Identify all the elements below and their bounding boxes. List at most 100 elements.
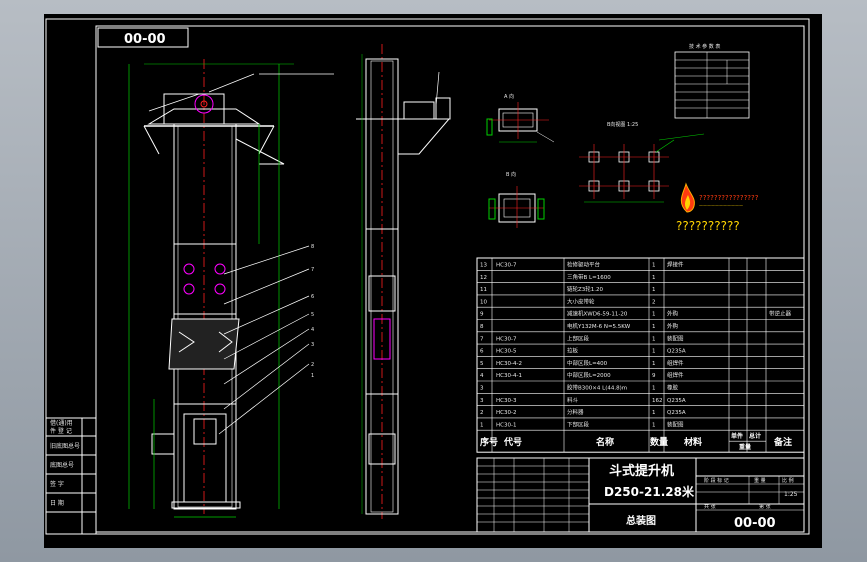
bom-cell-qty: 2	[652, 299, 656, 305]
bom-cell-name: 料斗	[567, 396, 579, 404]
bom-cell-note: 带逆止器	[769, 310, 792, 318]
bom-cell-qty: 1	[652, 324, 656, 330]
bom-cell-mat: 组焊件	[667, 359, 684, 367]
logo-sub: ????????????????	[699, 194, 759, 202]
bom-cell-qty: 1	[652, 287, 656, 293]
bom-header-mat: 材料	[683, 436, 702, 448]
stage-label: 阶 段 标 记	[704, 477, 729, 484]
bom-cell-code: HC30-7	[496, 263, 517, 269]
sheet-index: 第 张	[759, 503, 771, 510]
bom-cell-mat: 外购	[667, 322, 679, 330]
bom-cell-mat: Q235A	[667, 349, 686, 355]
bom-cell-qty: 1	[652, 410, 656, 416]
bom-cell-no: 9	[480, 312, 484, 318]
bom-cell-no: 12	[480, 275, 487, 281]
bom-cell-code: HC30-1	[496, 422, 516, 428]
lt-4: 签 字	[50, 480, 64, 488]
detail-view-b: B 向	[488, 171, 545, 228]
view-b-title: B 向	[506, 171, 516, 178]
callout-4: 4	[311, 327, 314, 333]
bom-header-unit_weight: 单件	[731, 432, 743, 440]
bom-cell-qty: 162	[652, 398, 663, 404]
bom-header-note: 备注	[773, 436, 792, 448]
bom-header-weight: 重量	[739, 443, 751, 451]
bom-cell-name: 电机Y132M-6 N=5.5KW	[567, 322, 631, 330]
bom-cell-qty: 1	[652, 422, 656, 428]
bom-cell-code: HC30-4-1	[496, 373, 522, 379]
cad-drawing: 00-00 借(通)用 件 登 记 旧底图总号 底图总号 签 字 日 期 8 7…	[45, 18, 810, 535]
bom-cell-code: HC30-7	[496, 336, 517, 342]
callout-2: 2	[311, 362, 314, 368]
bom-header-qty: 数量	[650, 436, 668, 448]
bom-cell-mat: Q235A	[667, 398, 686, 404]
logo-text: ??????????	[676, 219, 740, 233]
bom-cell-qty: 1	[652, 386, 656, 392]
bom-cell-no: 13	[480, 263, 487, 269]
machine-model: D250-21.28米	[604, 484, 695, 499]
title-block: 斗式提升机 D250-21.28米 总装图 00-00 阶 段 标 记 重 量 …	[476, 457, 805, 533]
bom-cell-no: 3	[480, 386, 484, 392]
bom-cell-code: HC30-3	[496, 398, 517, 404]
bom-cell-name: 下部区段	[567, 420, 590, 428]
bom-cell-qty: 1	[652, 263, 656, 269]
bom-cell-qty: 1	[652, 361, 656, 367]
bom-cell-mat: 橡胶	[667, 384, 679, 392]
bom-cell-no: 11	[480, 287, 487, 293]
bom-cell-qty: 9	[652, 373, 656, 379]
callout-5: 5	[311, 312, 314, 318]
bom-cell-no: 2	[480, 410, 484, 416]
company-logo: ???????????????? ——————————— ??????????	[676, 182, 759, 233]
bom-cell-name: 胶带B300×4 L(44.8)m	[567, 384, 627, 392]
callout-3: 3	[311, 342, 314, 348]
callout-6: 6	[311, 294, 314, 300]
bom-cell-mat: 焊接件	[667, 261, 684, 269]
bom-cell-no: 5	[480, 361, 484, 367]
lt-3: 底图总号	[50, 461, 74, 469]
outer-border	[45, 18, 810, 535]
lt-1: 件 登 记	[50, 427, 72, 435]
drawing-code-bottom: 00-00	[734, 516, 776, 531]
callout-8: 8	[311, 244, 314, 250]
bom-cell-mat: 装配图	[667, 334, 684, 342]
bom-cell-qty: 1	[652, 349, 656, 355]
bom-cell-code: HC30-5	[496, 349, 517, 355]
drawing-canvas[interactable]: 00-00 借(通)用 件 登 记 旧底图总号 底图总号 签 字 日 期 8 7…	[44, 14, 822, 548]
sheet-name: 总装图	[626, 514, 656, 527]
bom-cell-code: HC30-2	[496, 410, 516, 416]
left-titleblock: 借(通)用 件 登 记 旧底图总号 底图总号 签 字 日 期	[45, 417, 97, 535]
bom-cell-name: 大小皮带轮	[567, 297, 595, 305]
bom-cell-qty: 1	[652, 336, 656, 342]
bom-table: 13 HC30-7 检修驱动平台 1 焊接件12 三角带B L=1600 111 链轮Z3轮1…	[476, 257, 805, 453]
bom-cell-mat: Q235A	[667, 410, 686, 416]
sheet-total: 共 张	[704, 503, 716, 510]
bom-cell-name: 检修驱动平台	[567, 261, 601, 269]
weight-label: 重 量	[754, 477, 766, 484]
bom-cell-no: 7	[480, 336, 484, 342]
bom-cell-no: 10	[480, 299, 487, 305]
bom-cell-mat: 组焊件	[667, 371, 684, 379]
bom-cell-name: 分料器	[567, 408, 584, 416]
bom-cell-mat: 装配图	[667, 420, 684, 428]
bom-cell-name: 中部区段L=400	[567, 359, 608, 367]
lt-2: 旧底图总号	[50, 442, 80, 450]
ratio-label: 比 例	[782, 477, 794, 484]
bom-cell-name: 中部区段L=2000	[567, 371, 611, 379]
view-a-title: A 向	[504, 93, 514, 100]
detail-view-a: A 向	[486, 93, 555, 143]
bom-header-total_weight: 总计	[749, 432, 761, 440]
lt-0: 借(通)用	[50, 419, 73, 427]
bom-cell-no: 1	[480, 422, 484, 428]
scale: 1:25	[784, 491, 798, 498]
bom-header-name: 名称	[596, 436, 614, 448]
drawing-code-top: 00-00	[124, 32, 166, 47]
bom-cell-no: 4	[480, 373, 484, 379]
lt-5: 日 期	[50, 499, 64, 507]
bom-cell-qty: 1	[652, 275, 656, 281]
bom-header-no: 序号	[480, 436, 498, 448]
tech-table-title: 技 术 参 数 表	[689, 43, 720, 50]
bom-cell-no: 8	[480, 324, 484, 330]
machine-name: 斗式提升机	[609, 463, 674, 479]
bom-cell-name: 三角带B L=1600	[567, 273, 611, 281]
callout-1: 1	[311, 373, 314, 379]
front-elevation: 8 7 6 5 4 3 2 1	[128, 59, 334, 518]
